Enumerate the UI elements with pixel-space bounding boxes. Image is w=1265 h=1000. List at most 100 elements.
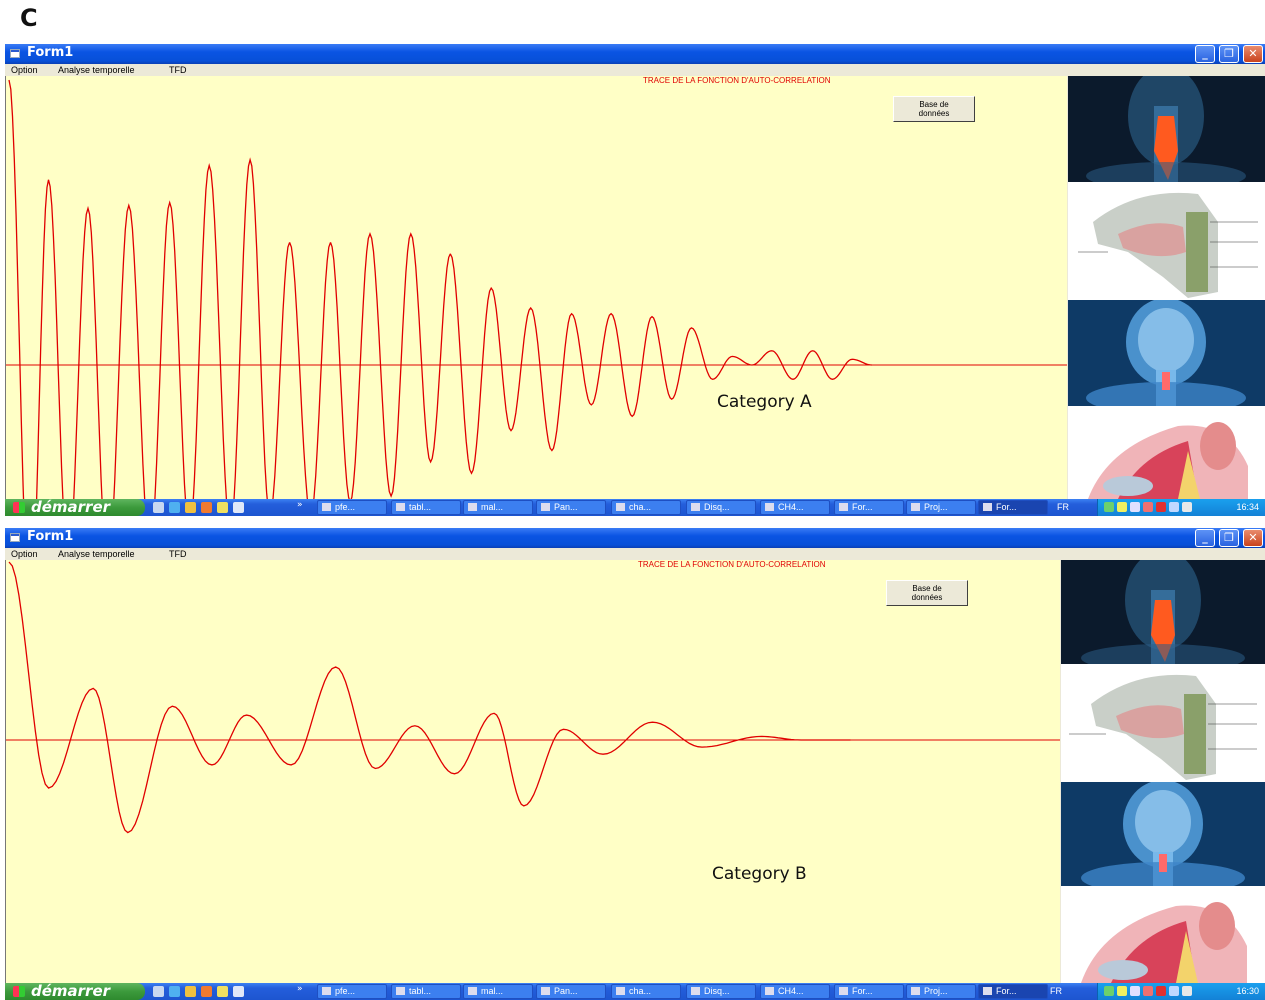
update-icon[interactable] (1130, 502, 1140, 512)
player-icon[interactable] (201, 986, 212, 997)
taskbar-task-button[interactable]: For... (978, 500, 1048, 515)
desktop-icon[interactable] (153, 986, 164, 997)
taskbar-task-button[interactable]: Proj... (906, 984, 976, 999)
taskbar-task-button[interactable]: cha... (611, 500, 681, 515)
task-label: CH4... (778, 502, 804, 512)
task-window-icon (911, 987, 920, 995)
network-icon[interactable] (1104, 986, 1114, 996)
antivirus-icon[interactable] (1156, 502, 1166, 512)
taskbar-task-button[interactable]: cha... (611, 984, 681, 999)
volume-icon[interactable] (1169, 502, 1179, 512)
security-icon[interactable] (1117, 502, 1127, 512)
menu-analyse-temporelle[interactable]: Analyse temporelle (58, 64, 135, 76)
start-button[interactable]: démarrer (5, 499, 145, 516)
category-label: Category B (712, 864, 807, 884)
chevron-right-icon[interactable]: » (297, 984, 303, 994)
messenger-icon[interactable] (217, 986, 228, 997)
task-label: tabl... (409, 986, 432, 996)
ear-throat-anatomy-icon (1061, 886, 1265, 983)
taskbar-task-button[interactable]: For... (834, 500, 904, 515)
autocorrelation-plot: TRACE DE LA FONCTION D'AUTO-CORRELATION … (5, 76, 1067, 499)
browser-icon[interactable] (169, 986, 180, 997)
window-titlebar[interactable]: Form1 _ ❐ ✕ (5, 528, 1265, 548)
player-icon[interactable] (201, 502, 212, 513)
explorer-icon[interactable] (233, 502, 244, 513)
taskbar-task-button[interactable]: pfe... (317, 500, 387, 515)
alert-icon[interactable] (1143, 986, 1153, 996)
start-button[interactable]: démarrer (5, 983, 145, 1000)
language-indicator[interactable]: FR (1057, 500, 1069, 515)
minimize-button[interactable]: _ (1195, 45, 1215, 63)
battery-icon[interactable] (1182, 502, 1192, 512)
task-window-icon (691, 503, 700, 511)
explorer-icon[interactable] (233, 986, 244, 997)
menu-option[interactable]: Option (11, 548, 38, 560)
taskbar-task-button[interactable]: mal... (463, 500, 533, 515)
taskbar-task-button[interactable]: Proj... (906, 500, 976, 515)
system-tray: 16:34 (1097, 499, 1265, 516)
taskbar-task-button[interactable]: CH4... (760, 500, 830, 515)
media-icon[interactable] (185, 986, 196, 997)
task-label: pfe... (335, 502, 356, 512)
taskbar-task-button[interactable]: CH4... (760, 984, 830, 999)
form-app-icon (10, 49, 20, 58)
task-window-icon (541, 987, 550, 995)
taskbar-task-button[interactable]: Pan... (536, 500, 606, 515)
close-button[interactable]: ✕ (1243, 529, 1263, 547)
media-icon[interactable] (185, 502, 196, 513)
taskbar-task-button[interactable]: For... (834, 984, 904, 999)
database-button[interactable]: Base de données (893, 96, 975, 122)
head-skeleton-icon (1068, 300, 1265, 406)
taskbar-task-button[interactable]: pfe... (317, 984, 387, 999)
menu-option[interactable]: Option (11, 64, 38, 76)
volume-icon[interactable] (1169, 986, 1179, 996)
clock: 16:34 (1236, 502, 1259, 512)
alert-icon[interactable] (1143, 502, 1153, 512)
maximize-button[interactable]: ❐ (1219, 529, 1239, 547)
taskbar-task-button[interactable]: Pan... (536, 984, 606, 999)
minimize-button[interactable]: _ (1195, 529, 1215, 547)
window-title: Form1 (27, 45, 74, 60)
task-window-icon (911, 503, 920, 511)
maximize-button[interactable]: ❐ (1219, 45, 1239, 63)
desktop-icon[interactable] (153, 502, 164, 513)
messenger-icon[interactable] (217, 502, 228, 513)
menu-tfd[interactable]: TFD (169, 64, 187, 76)
menu-tfd[interactable]: TFD (169, 548, 187, 560)
close-button[interactable]: ✕ (1243, 45, 1263, 63)
task-window-icon (396, 503, 405, 511)
taskbar-task-button[interactable]: For... (978, 984, 1048, 999)
taskbar-task-button[interactable]: Disq... (686, 500, 756, 515)
figure-label: C (20, 4, 38, 32)
task-label: mal... (481, 986, 504, 996)
pharynx-diagram-icon (1068, 182, 1265, 300)
taskbar-task-button[interactable]: mal... (463, 984, 533, 999)
taskbar-task-button[interactable]: tabl... (391, 984, 461, 999)
security-icon[interactable] (1117, 986, 1127, 996)
task-label: Disq... (704, 986, 730, 996)
task-window-icon (468, 503, 477, 511)
task-window-icon (691, 987, 700, 995)
task-label: tabl... (409, 502, 432, 512)
pharynx-diagram-icon (1061, 664, 1265, 782)
network-icon[interactable] (1104, 502, 1114, 512)
browser-icon[interactable] (169, 502, 180, 513)
anatomy-image-panel (1068, 76, 1265, 499)
window-titlebar[interactable]: Form1 _ ❐ ✕ (5, 44, 1265, 64)
form-app-icon (10, 533, 20, 542)
throat-xray-icon (1061, 560, 1265, 664)
window-title: Form1 (27, 529, 74, 544)
taskbar-task-button[interactable]: Disq... (686, 984, 756, 999)
chevron-right-icon[interactable]: » (297, 500, 303, 510)
clock: 16:30 (1236, 986, 1259, 996)
antivirus-icon[interactable] (1156, 986, 1166, 996)
update-icon[interactable] (1130, 986, 1140, 996)
taskbar-task-button[interactable]: tabl... (391, 500, 461, 515)
task-window-icon (765, 503, 774, 511)
language-indicator[interactable]: FR (1050, 984, 1062, 999)
menu-analyse-temporelle[interactable]: Analyse temporelle (58, 548, 135, 560)
database-button[interactable]: Base de données (886, 580, 968, 606)
system-tray: 16:30 (1097, 983, 1265, 1000)
battery-icon[interactable] (1182, 986, 1192, 996)
task-label: Pan... (554, 986, 578, 996)
